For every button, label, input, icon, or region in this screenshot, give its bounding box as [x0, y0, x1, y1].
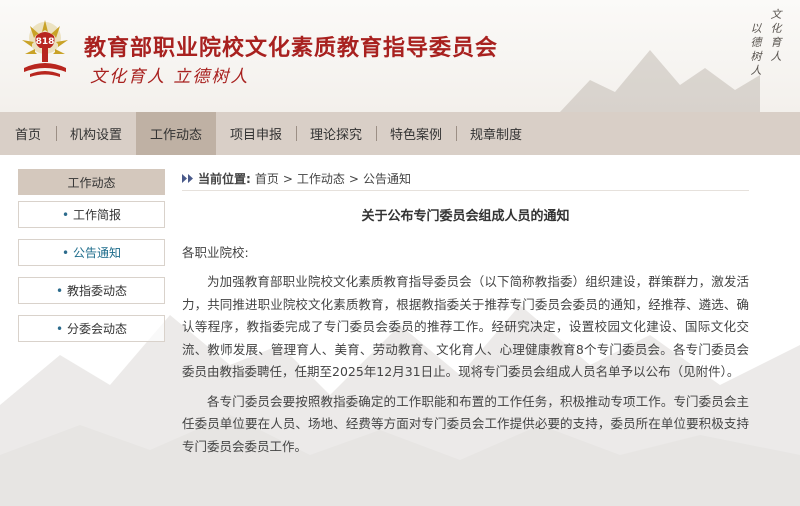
calligraphy-text-2: 以德树人: [750, 22, 762, 77]
bullet-icon: •: [55, 321, 64, 336]
bullet-icon: •: [55, 283, 64, 298]
breadcrumb: 当前位置: 首页 > 工作动态 > 公告通知: [182, 169, 749, 191]
sidebar-item-subcommittee-news[interactable]: • 分委会动态: [18, 315, 165, 342]
nav-item-home[interactable]: 首页: [0, 112, 56, 155]
nav-item-regulations[interactable]: 规章制度: [456, 112, 536, 155]
svg-text:818: 818: [36, 37, 55, 47]
breadcrumb-announcements[interactable]: 公告通知: [363, 170, 411, 187]
nav-item-featured-cases[interactable]: 特色案例: [376, 112, 456, 155]
bullet-icon: •: [61, 207, 70, 222]
sidebar-item-announcements[interactable]: • 公告通知: [18, 239, 165, 266]
sidebar: 工作动态 • 工作简报 • 公告通知 • 教指委动态 • 分委会动态: [18, 169, 165, 353]
sidebar-title: 工作动态: [18, 169, 165, 195]
main-nav: 首页 机构设置 工作动态 项目申报 理论探究 特色案例 规章制度: [0, 112, 800, 155]
calligraphy-text-1: 文化育人: [770, 8, 782, 63]
article-salutation: 各职业院校:: [182, 245, 249, 260]
sidebar-item-label: 教指委动态: [67, 284, 128, 298]
sidebar-item-label: 工作简报: [73, 208, 122, 222]
article-paragraph: 各专门委员会要按照教指委确定的工作职能和布置的工作任务，积极推动专项工作。专门委…: [182, 393, 749, 454]
breadcrumb-label: 当前位置:: [198, 172, 251, 186]
breadcrumb-work-news[interactable]: 工作动态: [297, 170, 345, 187]
main-content: 当前位置: 首页 > 工作动态 > 公告通知 关于公布专门委员会组成人员的通知 …: [182, 169, 749, 458]
sidebar-item-label: 分委会动态: [67, 322, 128, 336]
site-header: 818 教育部职业院校文化素质教育指导委员会 文化育人 立德树人 文化育人 以德…: [0, 0, 800, 112]
bullet-icon: •: [61, 245, 70, 260]
mountain-decoration: [560, 50, 760, 112]
sidebar-item-committee-news[interactable]: • 教指委动态: [18, 277, 165, 304]
double-arrow-icon: [182, 174, 193, 183]
sidebar-item-label: 公告通知: [73, 246, 122, 260]
article-paragraph: 为加强教育部职业院校文化素质教育指导委员会（以下简称教指委）组织建设，群策群力，…: [182, 274, 749, 379]
breadcrumb-separator: >: [348, 171, 359, 186]
nav-item-organization[interactable]: 机构设置: [56, 112, 136, 155]
tree-logo-icon[interactable]: 818: [10, 14, 80, 84]
breadcrumb-separator: >: [282, 171, 293, 186]
sidebar-item-work-brief[interactable]: • 工作简报: [18, 201, 165, 228]
nav-item-theory-research[interactable]: 理论探究: [296, 112, 376, 155]
nav-item-project-application[interactable]: 项目申报: [216, 112, 296, 155]
breadcrumb-home[interactable]: 首页: [255, 170, 279, 187]
site-title: 教育部职业院校文化素质教育指导委员会: [84, 36, 499, 61]
site-slogan: 文化育人 立德树人: [90, 67, 250, 87]
nav-item-work-news[interactable]: 工作动态: [136, 112, 216, 155]
article-title: 关于公布专门委员会组成人员的通知: [361, 209, 570, 224]
